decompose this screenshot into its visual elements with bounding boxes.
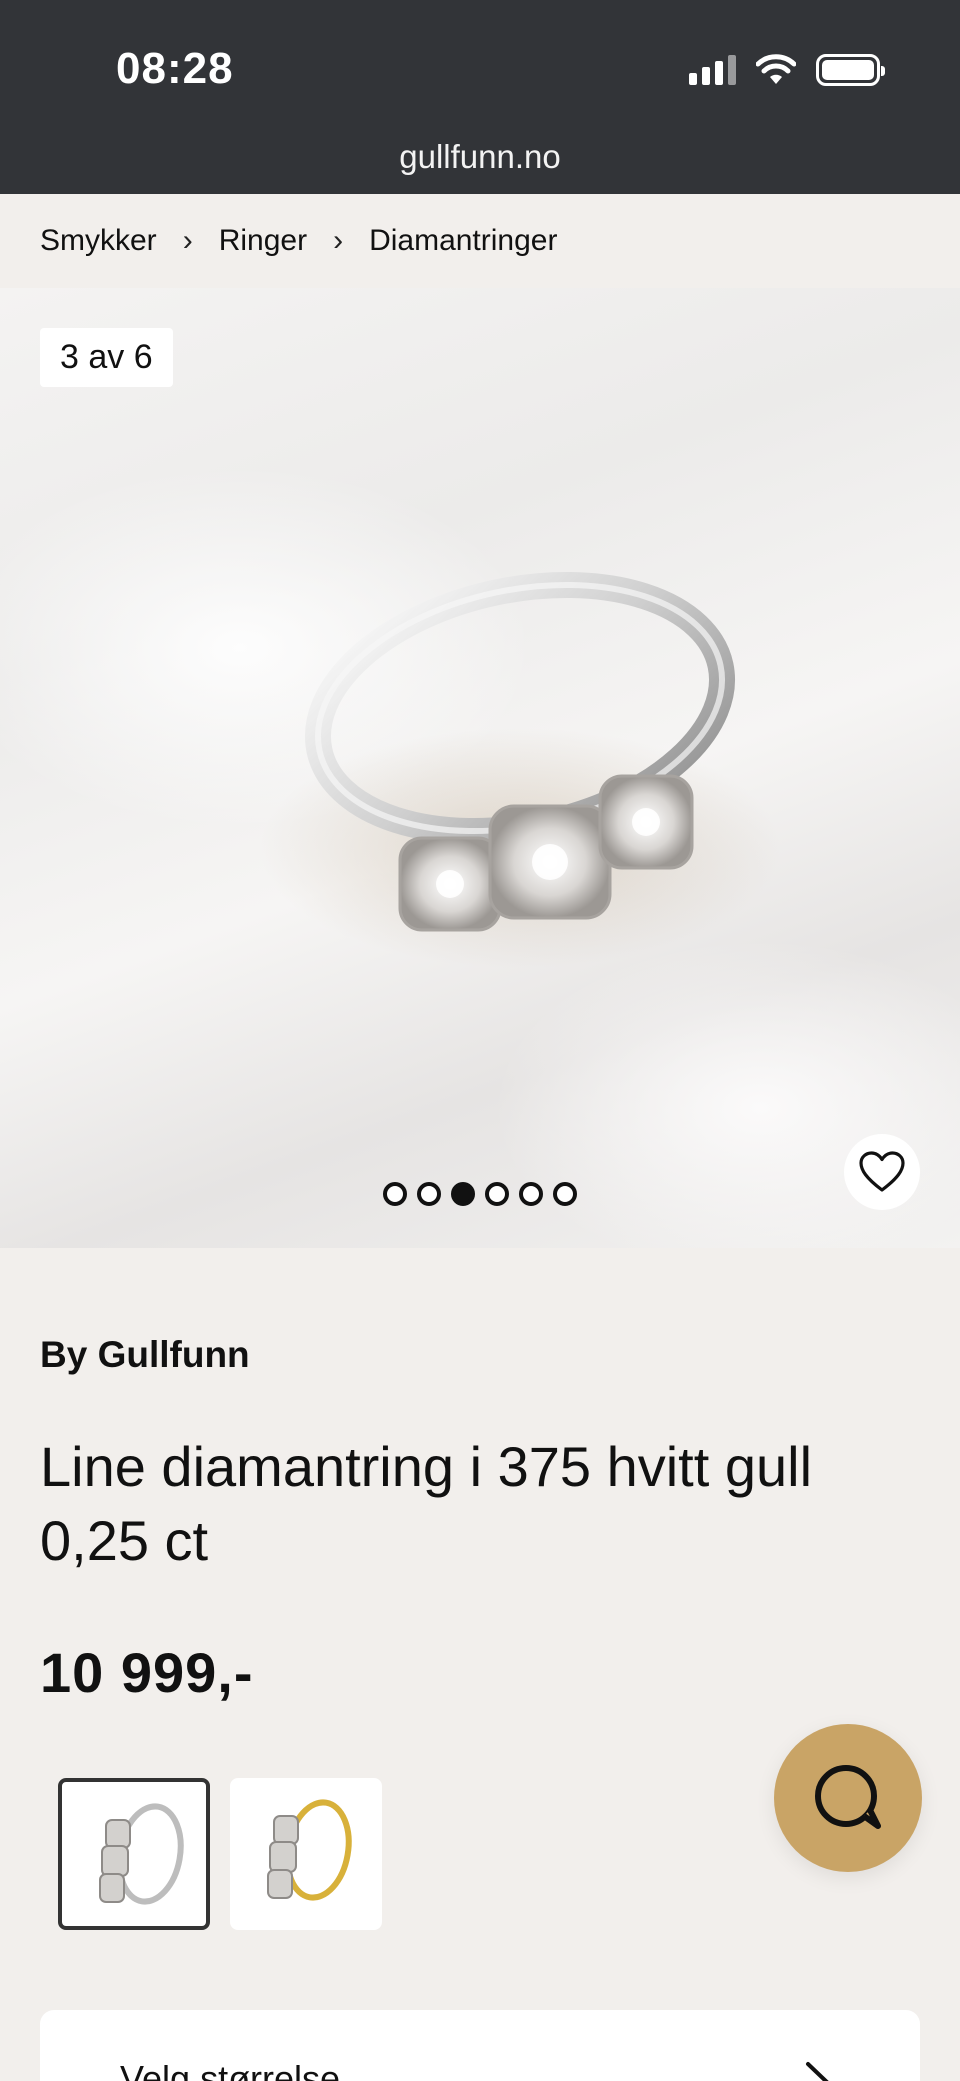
breadcrumb-item-diamantringer[interactable]: Diamantringer — [369, 224, 557, 258]
image-counter: 3 av 6 — [40, 328, 173, 387]
chat-icon — [815, 1765, 881, 1829]
heart-icon — [859, 1151, 905, 1192]
chat-button[interactable] — [774, 1724, 922, 1872]
pagination-dot[interactable] — [519, 1182, 543, 1206]
product-image — [260, 571, 780, 968]
cellular-signal-icon — [689, 55, 736, 85]
status-time: 08:28 — [116, 44, 234, 93]
pagination-dot[interactable] — [383, 1182, 407, 1206]
breadcrumb-item-ringer[interactable]: Ringer — [219, 224, 307, 258]
product-brand[interactable]: By Gullfunn — [40, 1334, 250, 1376]
size-selector[interactable]: Velg størrelse — [40, 2010, 920, 2081]
product-price: 10 999,- — [40, 1641, 254, 1704]
pagination-dot[interactable] — [485, 1182, 509, 1206]
product-title: Line diamantring i 375 hvitt gull 0,25 c… — [40, 1435, 813, 1572]
variant-yellow-gold[interactable] — [230, 1778, 382, 1930]
breadcrumb: Smykker › Ringer › Diamantringer — [0, 194, 960, 288]
wifi-icon — [756, 54, 796, 84]
browser-chrome: 08:28 gullfunn.no — [0, 0, 960, 194]
white-gold-ring-thumbnail — [99, 1803, 184, 1905]
variant-selector — [58, 1778, 382, 1930]
pagination-dot[interactable] — [553, 1182, 577, 1206]
breadcrumb-separator: › — [182, 224, 193, 257]
status-icons — [689, 52, 885, 88]
yellow-gold-ring-thumbnail — [267, 1799, 352, 1901]
favorite-button[interactable] — [844, 1134, 920, 1210]
breadcrumb-item-smykker[interactable]: Smykker — [40, 224, 157, 258]
breadcrumb-separator: › — [333, 224, 344, 257]
product-image-gallery[interactable]: 3 av 6 — [0, 288, 960, 1248]
pagination-dot[interactable] — [417, 1182, 441, 1206]
url-bar[interactable]: gullfunn.no — [0, 138, 960, 176]
size-selector-label: Velg størrelse — [120, 2058, 341, 2081]
variant-white-gold[interactable] — [58, 1778, 210, 1930]
chevron-right-icon — [806, 2062, 829, 2081]
gallery-pagination — [0, 1182, 960, 1206]
battery-icon — [816, 54, 885, 86]
pagination-dot-active[interactable] — [451, 1182, 475, 1206]
